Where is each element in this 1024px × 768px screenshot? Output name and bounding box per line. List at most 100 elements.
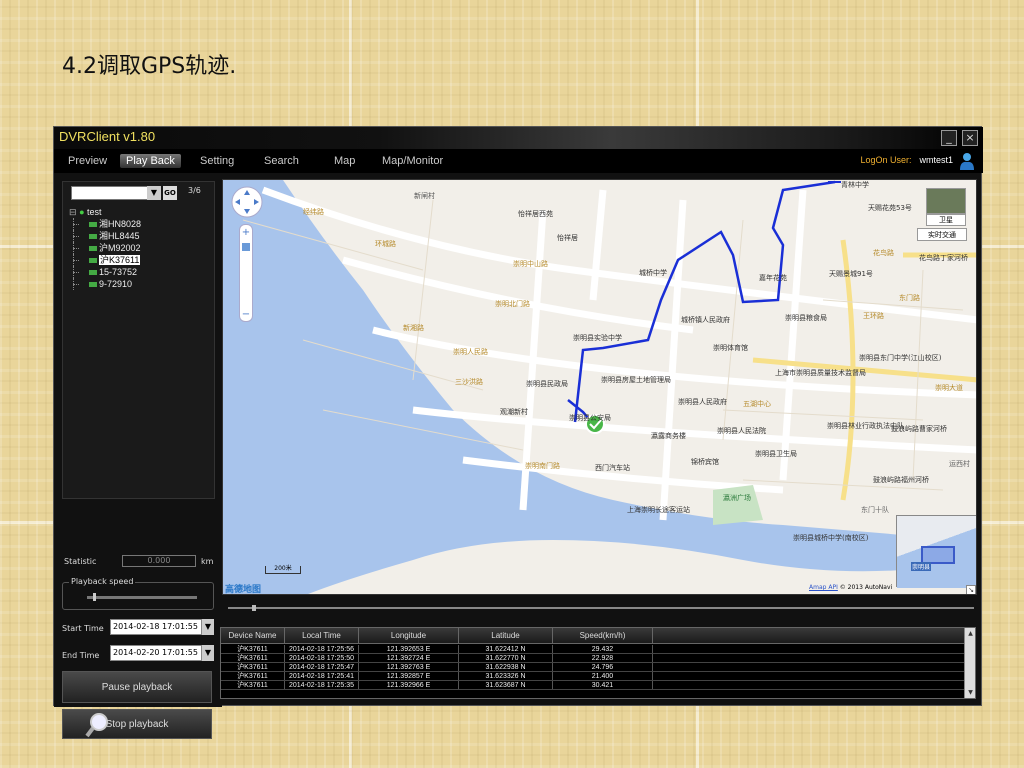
cell-empty bbox=[653, 672, 965, 680]
map-label: 西门汽车站 bbox=[595, 463, 630, 472]
cell-time: 2014-02-18 17:25:50 bbox=[285, 654, 359, 662]
satellite-button[interactable]: 卫星 bbox=[926, 214, 966, 226]
map-label: 崇明县东门中学(江山校区) bbox=[859, 353, 942, 362]
logon-label: LogOn User: bbox=[860, 155, 912, 165]
cell-latitude: 31.622770 N bbox=[459, 654, 553, 662]
cell-device: 沪K37611 bbox=[221, 654, 285, 662]
device-item-selected[interactable]: 沪K37611 bbox=[69, 254, 141, 266]
vehicle-icon bbox=[89, 246, 97, 252]
scroll-down-icon[interactable]: ▼ bbox=[966, 688, 975, 697]
table-scrollbar[interactable]: ▲ ▼ bbox=[964, 628, 975, 698]
table-row[interactable]: 沪K37611 2014-02-18 17:25:56 121.392653 E… bbox=[221, 645, 965, 654]
map-label: 崇明中山路 bbox=[513, 259, 548, 268]
stop-playback-button[interactable]: Stop playback bbox=[62, 709, 212, 739]
zoom-out-icon[interactable]: − bbox=[240, 309, 252, 320]
gps-data-table: Device Name Local Time Longitude Latitud… bbox=[220, 627, 976, 699]
column-header[interactable]: Longitude bbox=[359, 628, 459, 643]
column-header[interactable]: Device Name bbox=[221, 628, 285, 643]
tree-root[interactable]: ⊟ ● test bbox=[69, 206, 141, 218]
map-label: 东门路 bbox=[899, 293, 920, 302]
start-time-dropdown[interactable]: ▼ bbox=[202, 619, 214, 635]
column-header[interactable]: Local Time bbox=[285, 628, 359, 643]
vehicle-icon bbox=[89, 258, 97, 264]
playback-speed-slider[interactable] bbox=[87, 596, 197, 599]
dvr-client-window: DVRClient v1.80 _ × Preview Play Back Se… bbox=[53, 126, 983, 739]
map-label: 王环路 bbox=[863, 311, 884, 320]
playback-timeline[interactable] bbox=[222, 599, 977, 619]
device-label: 湘HN8028 bbox=[99, 219, 142, 229]
end-time-field[interactable]: 2014-02-20 17:01:55 bbox=[110, 645, 202, 661]
menu-bar: Preview Play Back Setting Search Map Map… bbox=[54, 149, 983, 173]
map-label: 上海崇明长途客运站 bbox=[627, 505, 690, 514]
map-label: 怡祥居西苑 bbox=[518, 209, 553, 218]
menu-playback[interactable]: Play Back bbox=[120, 154, 181, 168]
pause-playback-button[interactable]: Pause playback bbox=[62, 671, 212, 703]
amap-api-link[interactable]: Amap API bbox=[809, 584, 838, 591]
map-view[interactable]: 青林中学 天赐花苑53号 怡祥居西苑 怡祥居 新闸村 城桥中学 嘉年花苑 天赐景… bbox=[222, 179, 977, 595]
scale-bar: 200米 bbox=[265, 566, 301, 574]
device-item[interactable]: 湘HL8445 bbox=[69, 230, 141, 242]
traffic-button[interactable]: 实时交通 bbox=[917, 228, 967, 241]
device-count: 3/6 bbox=[188, 186, 201, 195]
zoom-handle[interactable] bbox=[242, 243, 250, 251]
start-time-field[interactable]: 2014-02-18 17:01:55 bbox=[110, 619, 202, 635]
table-row[interactable]: 沪K37611 2014-02-18 17:25:41 121.392857 E… bbox=[221, 672, 965, 681]
cell-latitude: 31.623687 N bbox=[459, 681, 553, 689]
menu-preview[interactable]: Preview bbox=[62, 154, 113, 168]
menu-search[interactable]: Search bbox=[258, 154, 305, 168]
map-label: 运西村 bbox=[949, 459, 970, 468]
map-label: 崇明人民路 bbox=[453, 347, 488, 356]
app-title: DVRClient v1.80 bbox=[59, 129, 156, 144]
go-button[interactable]: GO bbox=[163, 186, 177, 200]
collapse-icon[interactable]: ⊟ bbox=[69, 207, 77, 217]
timeline-handle[interactable] bbox=[252, 605, 256, 611]
cell-device: 沪K37611 bbox=[221, 663, 285, 671]
cell-time: 2014-02-18 17:25:41 bbox=[285, 672, 359, 680]
playback-speed-group: Playback speed bbox=[62, 577, 214, 610]
close-button[interactable]: × bbox=[962, 130, 978, 146]
end-time-dropdown[interactable]: ▼ bbox=[202, 645, 214, 661]
chevron-down-icon[interactable]: ▼ bbox=[147, 186, 161, 200]
user-icon[interactable] bbox=[959, 152, 975, 170]
menu-map[interactable]: Map bbox=[328, 154, 361, 168]
map-label: 城桥中学 bbox=[639, 268, 667, 277]
map-label: 崇明县粮食局 bbox=[785, 313, 827, 322]
scroll-up-icon[interactable]: ▲ bbox=[966, 629, 975, 638]
pan-control[interactable] bbox=[231, 186, 263, 218]
map-label: 上海市崇明县质量技术监督局 bbox=[775, 368, 866, 377]
overview-minimap[interactable]: 崇明县 bbox=[896, 515, 976, 588]
device-label: 15-73752 bbox=[99, 267, 138, 277]
cell-empty bbox=[653, 663, 965, 671]
map-label: 三沙洪路 bbox=[455, 377, 483, 386]
timeline-track[interactable] bbox=[228, 607, 974, 609]
column-header[interactable]: Latitude bbox=[459, 628, 553, 643]
map-label: 瀛洲广场 bbox=[723, 493, 751, 502]
table-row[interactable]: 沪K37611 2014-02-18 17:25:50 121.392724 E… bbox=[221, 654, 965, 663]
map-label: 崇明县实验中学 bbox=[573, 333, 622, 342]
device-label: 沪K37611 bbox=[99, 255, 141, 265]
zoom-in-icon[interactable]: + bbox=[240, 227, 252, 238]
table-row[interactable]: 沪K37611 2014-02-18 17:25:47 121.392763 E… bbox=[221, 663, 965, 672]
cell-time: 2014-02-18 17:25:47 bbox=[285, 663, 359, 671]
map-label: 崇明县卫生局 bbox=[755, 449, 797, 458]
map-canvas[interactable]: 青林中学 天赐花苑53号 怡祥居西苑 怡祥居 新闸村 城桥中学 嘉年花苑 天赐景… bbox=[223, 180, 977, 595]
statistic-field: 0.000 bbox=[122, 555, 196, 567]
satellite-thumbnail[interactable] bbox=[926, 188, 966, 214]
device-item[interactable]: 15-73752 bbox=[69, 266, 141, 278]
map-label: 崇明县公安局 bbox=[569, 413, 611, 422]
device-item[interactable]: 9-72910 bbox=[69, 278, 141, 290]
column-header[interactable]: Speed(km/h) bbox=[553, 628, 653, 643]
cell-device: 沪K37611 bbox=[221, 645, 285, 653]
zoom-slider[interactable]: + − bbox=[239, 224, 253, 322]
device-item[interactable]: 沪M92002 bbox=[69, 242, 141, 254]
menu-setting[interactable]: Setting bbox=[194, 154, 240, 168]
device-item[interactable]: 湘HN8028 bbox=[69, 218, 141, 230]
map-label: 观潮新村 bbox=[500, 407, 528, 416]
minimize-button[interactable]: _ bbox=[941, 130, 957, 146]
device-filter-combo[interactable] bbox=[71, 186, 159, 200]
menu-map-monitor[interactable]: Map/Monitor bbox=[376, 154, 449, 168]
logon-user: wmtest1 bbox=[919, 155, 953, 165]
table-row[interactable]: 沪K37611 2014-02-18 17:25:35 121.392966 E… bbox=[221, 681, 965, 690]
playback-speed-handle[interactable] bbox=[92, 593, 96, 601]
minimap-toggle-icon[interactable]: ↘ bbox=[966, 585, 976, 594]
